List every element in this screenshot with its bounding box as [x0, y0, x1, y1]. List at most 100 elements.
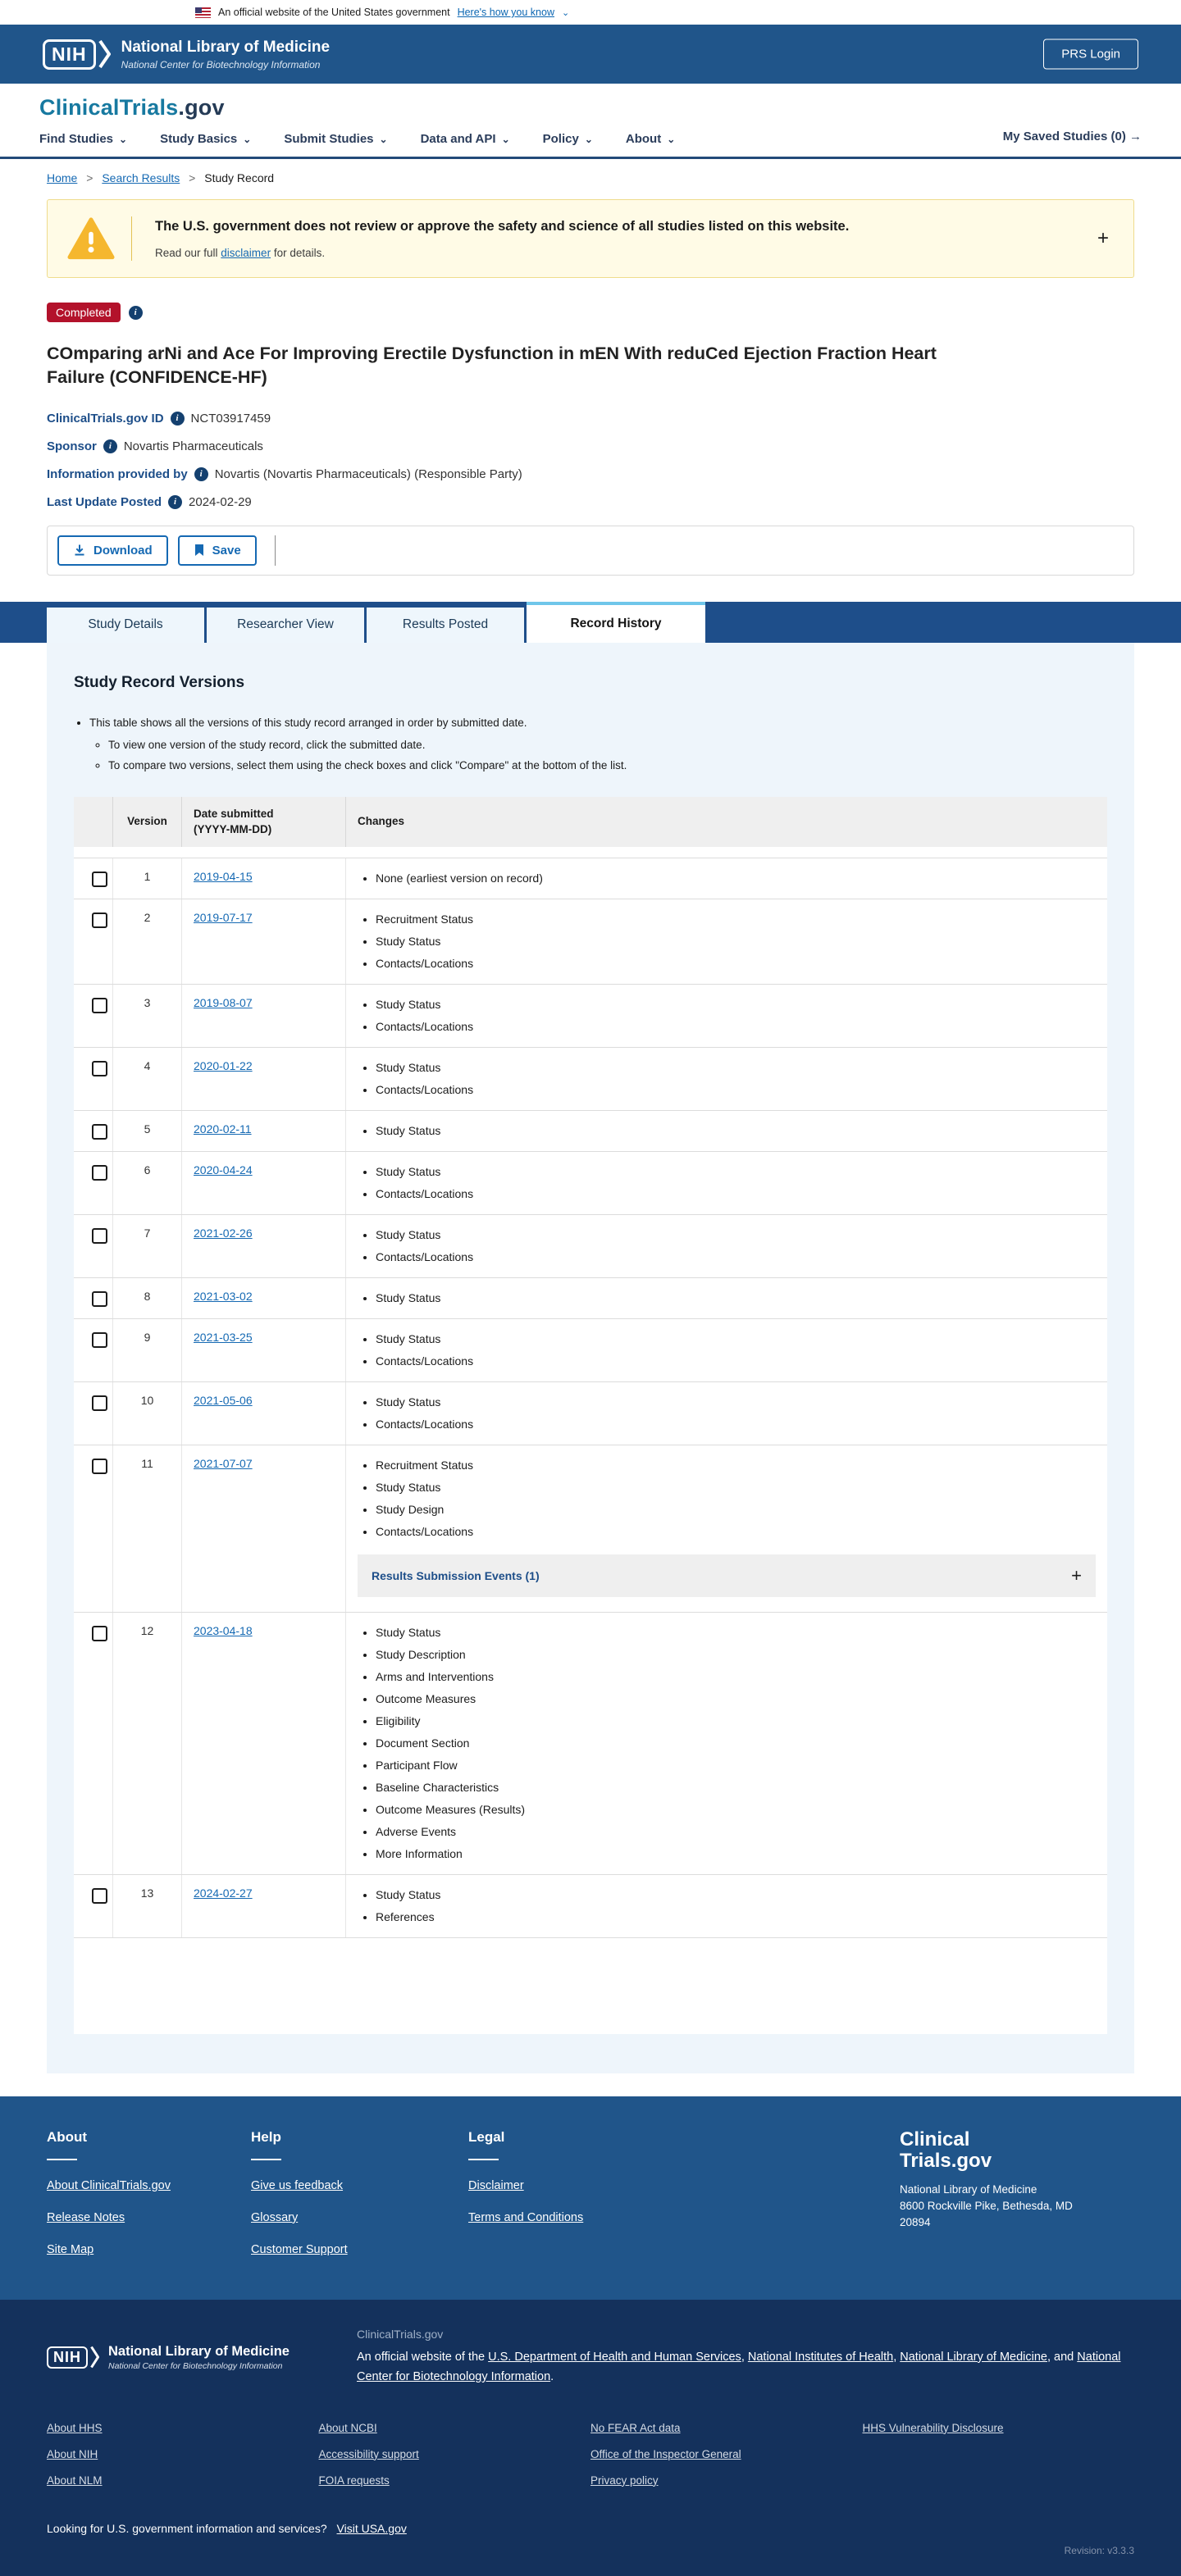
- change-item: Document Section: [376, 1735, 1096, 1752]
- sub-footer-link[interactable]: FOIA requests: [319, 2474, 591, 2487]
- breadcrumb-search-results-link[interactable]: Search Results: [102, 171, 180, 184]
- nav-menu-item[interactable]: Data and API: [421, 132, 510, 146]
- compare-checkbox[interactable]: [92, 1290, 107, 1307]
- tab-results-posted[interactable]: Results Posted: [367, 607, 524, 643]
- version-date-link[interactable]: 2020-02-11: [194, 1122, 252, 1136]
- info-icon[interactable]: i: [103, 439, 117, 453]
- nav-menu-item[interactable]: Submit Studies: [284, 132, 387, 146]
- footer-link[interactable]: Terms and Conditions: [468, 2211, 673, 2224]
- results-submission-events-accordion[interactable]: Results Submission Events (1) +: [358, 1554, 1096, 1597]
- version-date-link[interactable]: 2020-01-22: [194, 1059, 253, 1072]
- footer-link-list: Give us feedback Glossary Customer Support: [251, 2179, 468, 2256]
- sub-footer-link[interactable]: About HHS: [47, 2422, 319, 2434]
- version-date-link[interactable]: 2021-02-26: [194, 1227, 253, 1240]
- version-date-link[interactable]: 2021-07-07: [194, 1457, 253, 1470]
- expand-accordion-icon[interactable]: +: [1071, 1565, 1082, 1586]
- change-item: Contacts/Locations: [376, 955, 1096, 972]
- compare-checkbox[interactable]: [92, 912, 107, 928]
- footer-link[interactable]: About ClinicalTrials.gov: [47, 2179, 251, 2192]
- compare-checkbox[interactable]: [92, 1395, 107, 1411]
- footer-address: National Library of Medicine 8600 Rockvi…: [900, 2182, 1134, 2232]
- change-item: Contacts/Locations: [376, 1416, 1096, 1433]
- breadcrumb-home-link[interactable]: Home: [47, 171, 77, 184]
- sub-footer-link[interactable]: About NLM: [47, 2474, 319, 2487]
- sub-footer-link[interactable]: About NCBI: [319, 2422, 591, 2434]
- sub-footer-link[interactable]: HHS Vulnerability Disclosure: [863, 2422, 1135, 2434]
- version-date-link[interactable]: 2021-03-25: [194, 1331, 253, 1344]
- info-icon[interactable]: i: [194, 467, 208, 481]
- compare-checkbox[interactable]: [92, 1227, 107, 1244]
- prs-login-button[interactable]: PRS Login: [1043, 39, 1138, 70]
- footer-link[interactable]: Give us feedback: [251, 2179, 468, 2192]
- desc-text: An official website of the: [357, 2350, 489, 2364]
- footer-link[interactable]: Release Notes: [47, 2211, 251, 2224]
- bookmark-icon: [194, 544, 205, 557]
- meta-label: Sponsor: [47, 439, 97, 453]
- sub-footer-link[interactable]: No FEAR Act data: [590, 2422, 863, 2434]
- intro-item: This table shows all the versions of thi…: [89, 713, 1107, 776]
- footer-col-legal: Legal Disclaimer Terms and Conditions: [468, 2129, 673, 2275]
- change-item: Outcome Measures (Results): [376, 1801, 1096, 1818]
- info-icon[interactable]: i: [170, 411, 185, 426]
- footer-link[interactable]: Site Map: [47, 2243, 251, 2256]
- nlm-link[interactable]: National Library of Medicine: [900, 2351, 1047, 2364]
- compare-checkbox[interactable]: [92, 997, 107, 1013]
- hhs-link[interactable]: U.S. Department of Health and Human Serv…: [488, 2351, 741, 2364]
- change-item: Study Status: [376, 1122, 1096, 1140]
- info-icon[interactable]: i: [168, 494, 183, 509]
- compare-checkbox[interactable]: [92, 1164, 107, 1181]
- nav-menu-item[interactable]: About: [626, 132, 675, 146]
- version-date-link[interactable]: 2019-07-17: [194, 911, 253, 924]
- tab-researcher-view[interactable]: Researcher View: [207, 607, 364, 643]
- version-date-link[interactable]: 2021-03-02: [194, 1290, 253, 1303]
- divider: [468, 2158, 499, 2160]
- sub-footer-link[interactable]: Privacy policy: [590, 2474, 863, 2487]
- sub-footer-link[interactable]: Office of the Inspector General: [590, 2448, 863, 2460]
- version-date-link[interactable]: 2020-04-24: [194, 1163, 253, 1176]
- compare-checkbox[interactable]: [92, 1458, 107, 1474]
- table-row: 12 2023-04-18 Study Status Study Descript…: [74, 1611, 1107, 1874]
- my-saved-studies-link[interactable]: My Saved Studies (0) →: [1003, 130, 1142, 143]
- nih-logo[interactable]: NIH National Library of Medicine Nationa…: [43, 39, 330, 71]
- nav-menu-item[interactable]: Policy: [543, 132, 593, 146]
- info-icon[interactable]: i: [128, 305, 143, 320]
- compare-checkbox[interactable]: [92, 1887, 107, 1904]
- compare-checkbox[interactable]: [92, 1625, 107, 1641]
- version-date-link[interactable]: 2021-05-06: [194, 1394, 253, 1407]
- version-date-link[interactable]: 2023-04-18: [194, 1624, 253, 1637]
- nih-logo[interactable]: NIH National Library of Medicine Nationa…: [47, 2344, 357, 2371]
- footer-link[interactable]: Customer Support: [251, 2243, 468, 2256]
- footer-link[interactable]: Glossary: [251, 2211, 468, 2224]
- nih-logo-swoosh-icon: [90, 2346, 99, 2369]
- nih-link[interactable]: National Institutes of Health: [748, 2351, 893, 2364]
- version-date-link[interactable]: 2019-04-15: [194, 870, 253, 883]
- save-button[interactable]: Save: [177, 535, 257, 566]
- change-item: More Information: [376, 1846, 1096, 1863]
- disclaimer-link[interactable]: disclaimer: [221, 247, 271, 259]
- expand-banner-button[interactable]: +: [1097, 227, 1109, 250]
- version-number: 5: [113, 1110, 182, 1151]
- meta-value: Novartis (Novartis Pharmaceuticals) (Res…: [214, 467, 522, 481]
- compare-checkbox[interactable]: [92, 1331, 107, 1348]
- nav-menu-item[interactable]: Find Studies: [39, 132, 127, 146]
- arrow-right-icon: →: [1129, 130, 1142, 143]
- tab-study-details[interactable]: Study Details: [47, 607, 204, 643]
- change-item: Contacts/Locations: [376, 1018, 1096, 1035]
- clinicaltrials-logo[interactable]: ClinicalTrials.gov: [39, 95, 1142, 121]
- footer-link[interactable]: Disclaimer: [468, 2179, 673, 2192]
- tab-record-history[interactable]: Record History: [527, 601, 705, 643]
- nav-menu-item[interactable]: Study Basics: [160, 132, 251, 146]
- download-button[interactable]: Download: [57, 535, 168, 566]
- version-date-link[interactable]: 2019-08-07: [194, 996, 253, 1009]
- compare-checkbox[interactable]: [92, 1123, 107, 1140]
- sub-footer-link[interactable]: About NIH: [47, 2448, 319, 2460]
- chevron-down-icon[interactable]: ⌄: [562, 7, 569, 18]
- how-you-know-link[interactable]: Here's how you know: [458, 7, 554, 18]
- compare-checkbox[interactable]: [92, 871, 107, 887]
- visit-usa-gov-link[interactable]: Visit USA.gov: [337, 2522, 407, 2535]
- compare-checkbox[interactable]: [92, 1060, 107, 1076]
- usa-gov-text: Looking for U.S. government information …: [47, 2521, 327, 2535]
- version-date-link[interactable]: 2024-02-27: [194, 1886, 253, 1900]
- sub-footer-link[interactable]: Accessibility support: [319, 2448, 591, 2460]
- change-item: Study Status: [376, 1394, 1096, 1411]
